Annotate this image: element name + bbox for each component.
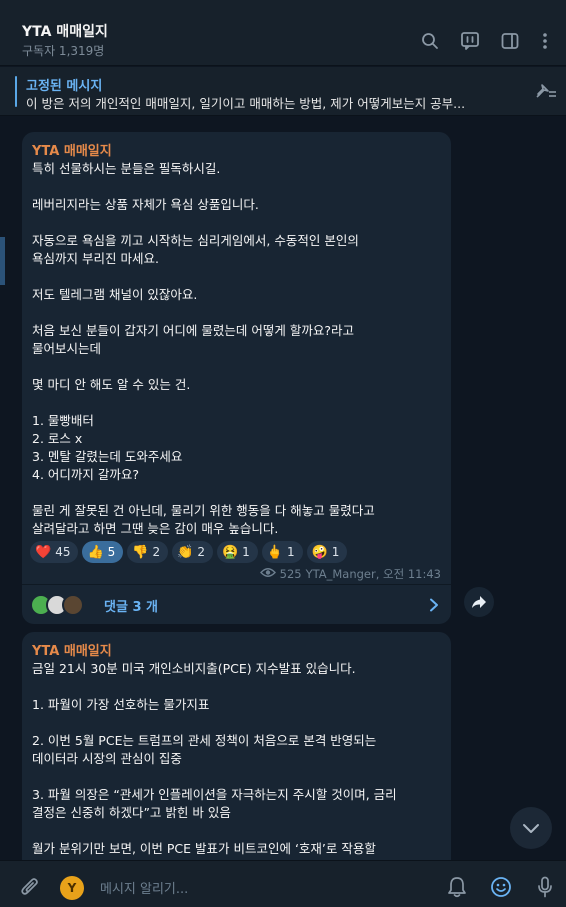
avatar [62,594,84,616]
scroll-to-bottom-button[interactable] [510,807,552,849]
vomit-icon: 🤮 [221,544,239,560]
unpin-list-icon[interactable] [534,81,558,103]
message-sender[interactable]: YTA 매매일지 [32,640,112,659]
pinned-indicator [15,76,17,107]
message-author-time: YTA_Manger, 오전 11:43 [305,567,441,581]
message-list[interactable]: YTA 매매일지 특히 선물하시는 분들은 필독하시길. 레버리지라는 상품 자… [0,117,566,860]
reaction-vomit[interactable]: 🤮 1 [216,541,258,563]
reaction-thumbs-up[interactable]: 👍 5 [82,541,124,563]
message-text: 금일 21시 30분 미국 개인소비지출(PCE) 지수발표 있습니다. 1. … [32,661,397,860]
reaction-zany[interactable]: 🤪 1 [306,541,348,563]
heart-icon: ❤️ [35,544,52,560]
comments-button[interactable]: 댓글 3 개 [22,584,451,624]
microphone-icon[interactable] [533,875,557,899]
message-composer: Y 메시지 알리기... [0,860,566,907]
share-icon[interactable] [464,587,494,617]
chat-header[interactable]: YTA 매매일지 구독자 1,319명 [0,0,566,66]
attach-icon[interactable] [18,875,42,899]
reaction-clap[interactable]: 👏 2 [172,541,213,563]
reaction-count: 5 [107,545,116,559]
reaction-count: 1 [331,545,340,559]
emoji-icon[interactable] [489,875,513,899]
eye-icon [259,567,276,581]
message-bubble[interactable]: YTA 매매일지 특히 선물하시는 분들은 필독하시길. 레버리지라는 상품 자… [22,132,451,624]
chevron-right-icon [429,597,439,616]
bell-icon[interactable] [445,875,469,899]
message-meta: 525 YTA_Manger, 오전 11:43 [259,566,441,582]
reaction-count: 2 [197,545,205,559]
reaction-heart[interactable]: ❤️ 45 [30,541,79,563]
finger-icon: 🖕 [266,544,283,560]
reaction-thumbs-down[interactable]: 👎 2 [127,541,169,563]
thumbs-down-icon: 👎 [132,544,149,560]
more-icon[interactable] [534,30,556,52]
reaction-count: 1 [242,545,250,559]
sidebar-toggle-icon[interactable] [499,30,521,52]
comment-avatars [30,594,84,616]
thumbs-up-icon: 👍 [87,544,104,560]
live-chat-icon[interactable] [459,30,481,52]
pinned-text: 이 방은 저의 개인적인 매매일지, 일기이고 매매하는 방법, 제가 어떻게보… [26,96,466,111]
message-text: 특히 선물하시는 분들은 필독하시길. 레버리지라는 상품 자체가 욕심 상품입… [32,161,375,536]
pinned-message-bar[interactable]: 고정된 메시지 이 방은 저의 개인적인 매매일지, 일기이고 매매하는 방법,… [0,67,566,116]
message-input[interactable]: 메시지 알리기... [100,878,188,897]
zany-face-icon: 🤪 [311,544,328,560]
scroll-marker [0,237,5,285]
send-as-avatar[interactable]: Y [60,876,84,900]
message-bubble[interactable]: YTA 매매일지 금일 21시 30분 미국 개인소비지출(PCE) 지수발표 … [22,632,451,860]
message-sender[interactable]: YTA 매매일지 [32,140,112,159]
search-icon[interactable] [419,30,441,52]
chevron-down-icon [523,824,539,833]
reaction-finger[interactable]: 🖕 1 [261,541,303,563]
reaction-count: 45 [55,545,71,559]
pinned-title: 고정된 메시지 [26,79,103,94]
reaction-bar: ❤️ 45 👍 5 👎 2 👏 2 🤮 1 🖕 1 🤪 1 [30,541,348,563]
clap-icon: 👏 [177,544,194,560]
subscriber-count: 구독자 1,319명 [22,44,105,58]
reaction-count: 2 [152,545,161,559]
channel-title[interactable]: YTA 매매일지 [22,21,108,41]
view-count: 525 [279,567,302,581]
comments-label: 댓글 3 개 [104,600,158,615]
reaction-count: 1 [286,545,295,559]
